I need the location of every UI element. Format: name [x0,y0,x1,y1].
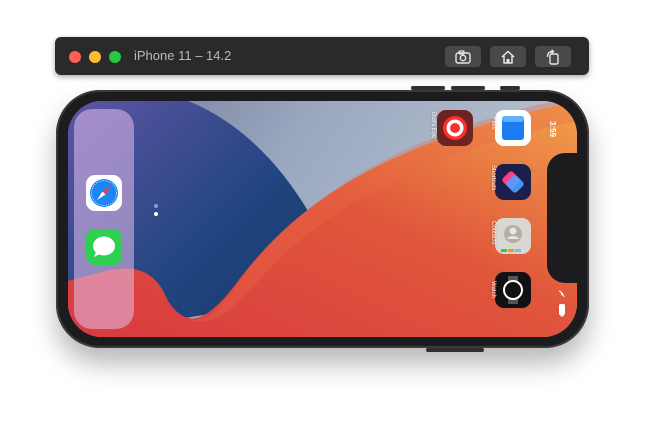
files-icon [502,116,524,140]
close-window-button[interactable] [69,51,81,63]
app-contacts[interactable] [495,218,531,254]
volume-down-button [451,86,485,90]
rotate-icon [546,48,559,65]
dock-app-messages[interactable] [86,229,122,265]
dock-app-safari[interactable] [86,175,122,211]
bullseye-icon [443,116,467,140]
rotate-button[interactable] [535,46,571,67]
home-button[interactable] [490,46,526,67]
app-watch-label: Watch [490,281,496,298]
app-shortcuts[interactable] [495,164,531,200]
simulator-titlebar[interactable]: iPhone 11 – 14.2 [55,37,589,75]
camera-icon [455,49,471,64]
home-icon [501,50,515,64]
iphone-device: Files Bull's Eye Shortcuts Contacts Watc… [56,86,589,352]
notch [547,153,577,283]
volume-up-button [411,86,445,90]
safari-icon [90,179,118,207]
window-title: iPhone 11 – 14.2 [134,48,232,63]
app-bullseye-label: Bull's Eye [430,112,436,139]
app-contacts-label: Contacts [490,221,496,245]
app-bullseye[interactable] [437,110,473,146]
device-screen[interactable]: Files Bull's Eye Shortcuts Contacts Watc… [68,101,577,337]
status-time: 3:59 [548,121,557,138]
shortcuts-icon [502,171,524,193]
app-watch[interactable] [495,272,531,308]
app-files[interactable] [495,110,531,146]
screenshot-button[interactable] [445,46,481,67]
app-shortcuts-label: Shortcuts [490,165,496,191]
contacts-icon [501,225,522,252]
battery-icon [559,304,565,317]
side-button [426,348,484,352]
page-dot-2[interactable] [154,212,158,216]
minimize-window-button[interactable] [89,51,101,63]
watch-icon [503,276,523,304]
wifi-icon [558,290,565,298]
simulator-stage: iPhone 11 – 14.2 Files Bull's Eye Shortc… [0,0,645,428]
dock [74,109,134,329]
messages-icon [93,236,115,257]
mute-switch [500,86,520,90]
page-dot-1[interactable] [154,204,158,208]
zoom-window-button[interactable] [109,51,121,63]
app-files-label: Files [490,117,496,130]
